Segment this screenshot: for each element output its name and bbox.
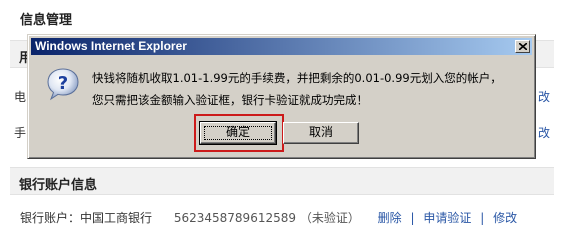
dialog-title: Windows Internet Explorer — [35, 39, 187, 53]
confirm-dialog: Windows Internet Explorer ? 快钱将随机收取1.01-… — [27, 34, 536, 159]
email-row-label-partial: 电 — [14, 90, 27, 104]
edit-email-link-partial[interactable]: 改 — [538, 88, 550, 105]
cancel-button-label: 取消 — [308, 125, 333, 139]
cancel-button[interactable]: 取消 — [283, 122, 359, 144]
ok-button[interactable]: 确定 — [199, 121, 277, 145]
phone-row-label-partial: 手 — [14, 126, 27, 140]
page-title: 信息管理 — [20, 13, 73, 28]
svg-text:?: ? — [58, 73, 68, 94]
dialog-message-line-2: 您只需把该金额输入验证框，银行卡验证就成功完成！ — [92, 93, 368, 107]
bank-account-number: 5623458789612589 — [173, 211, 296, 225]
edit-link[interactable]: 修改 — [493, 209, 517, 226]
bank-account-section-header: 银行账户信息 — [10, 167, 554, 195]
close-icon — [519, 43, 527, 50]
dialog-message-line-1: 快钱将随机收取1.01-1.99元的手续费，并把剩余的0.01-0.99元划入您… — [92, 71, 502, 85]
link-separator: | — [480, 211, 485, 225]
edit-phone-link-partial[interactable]: 改 — [538, 124, 550, 141]
close-button[interactable] — [515, 40, 530, 53]
delete-link[interactable]: 删除 — [378, 209, 402, 226]
link-separator: | — [410, 211, 415, 225]
focus-ring — [204, 126, 272, 140]
question-icon: ? — [47, 68, 79, 101]
request-verification-link[interactable]: 申请验证 — [423, 209, 471, 226]
dialog-titlebar[interactable]: Windows Internet Explorer — [31, 38, 532, 55]
bank-account-section-title: 银行账户信息 — [19, 178, 98, 193]
bank-account-row: 银行账户：中国工商银行 5623458789612589 （未验证） 删除 | … — [20, 209, 517, 227]
bank-account-status: （未验证） — [299, 211, 360, 225]
bank-account-label: 银行账户：中国工商银行 — [20, 211, 153, 225]
